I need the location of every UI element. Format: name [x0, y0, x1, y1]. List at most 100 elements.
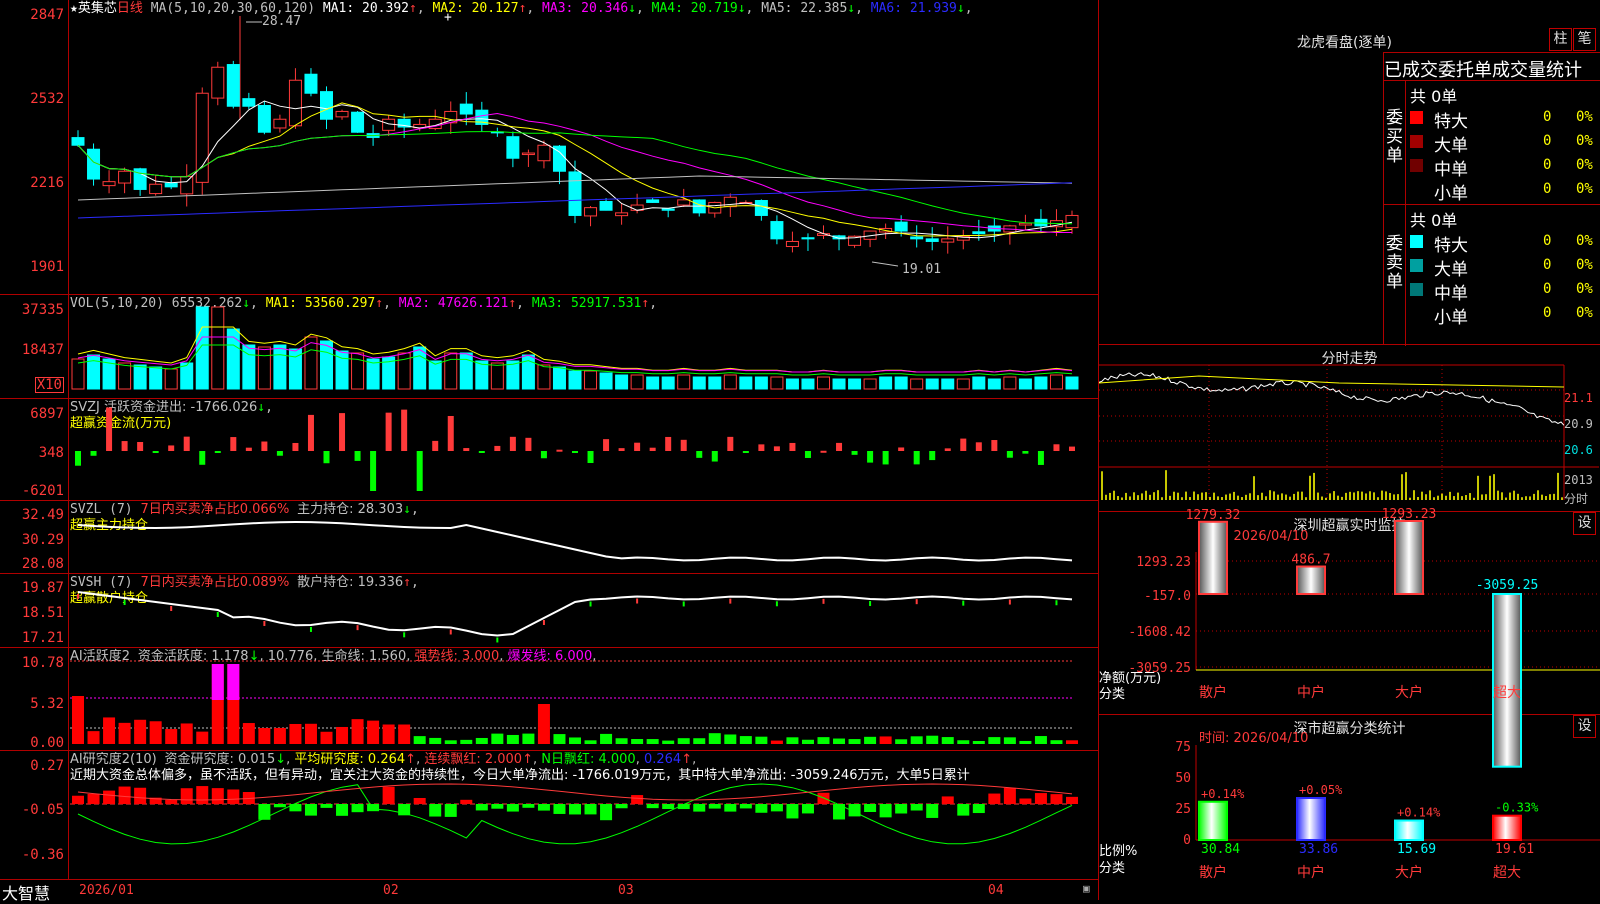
dragon-swatch: [1410, 259, 1423, 272]
classify-axis-label: 25: [1175, 802, 1191, 817]
flow-bar: [540, 451, 547, 459]
research-bar: [444, 804, 457, 817]
classify-chart[interactable]: 75 50 25 0 +0.14% 30.84 散户 +0.05% 33.86 中户 +0.14% 1…: [1099, 715, 1600, 900]
svzl-pane[interactable]: 32.49 30.29 28.08 SVZL (7) 7日内买卖净占比0.066…: [0, 501, 1098, 574]
research-bar: [615, 804, 628, 809]
svzj-pane[interactable]: 6897 348 -6201 SVZJ 活跃资金进出: -1766.026↓, …: [0, 399, 1098, 501]
intraday-vol: [1221, 497, 1223, 500]
volume-bar: [568, 370, 582, 390]
flow-bar: [494, 445, 501, 451]
flow-bar: [106, 407, 113, 451]
intraday-vol: [1225, 494, 1227, 500]
intraday-vol: [1309, 475, 1311, 500]
svsh-pane[interactable]: 19.87 18.51 17.21 SVSH (7) 7日内买卖净占比0.089…: [0, 574, 1098, 648]
pen-button[interactable]: 笔: [1573, 28, 1596, 51]
dragon-row: 大单 0 0%: [1410, 255, 1600, 280]
flow-bar: [587, 451, 594, 464]
ai-research-pane[interactable]: 0.27 -0.05 -0.36 AI研究度2(10) 资金研究度: 0.015…: [0, 751, 1098, 880]
high-mark: 28.47: [262, 14, 302, 29]
research-bar: [988, 793, 1001, 804]
research-bar: [227, 789, 240, 804]
candle: [195, 92, 209, 183]
dragon-swatch: [1410, 135, 1423, 148]
classify-bar-change: +0.05%: [1299, 783, 1343, 797]
flow-bar: [416, 451, 423, 491]
retail-tick: [123, 600, 126, 605]
classify-bar-name: 大户: [1395, 864, 1423, 881]
intraday-vol: [1561, 497, 1563, 500]
candle: [568, 171, 582, 216]
money-flow-chart[interactable]: [0, 399, 1098, 500]
main-position-chart[interactable]: [0, 501, 1098, 573]
ai-active-pane[interactable]: 10.78 5.32 0.00 AI活跃度2 资金活跃度: 1.178↓, 10…: [0, 648, 1098, 751]
research-bar: [413, 797, 426, 804]
activity-bar: [413, 736, 426, 744]
intraday-vol: [1137, 495, 1139, 500]
volume-bar: [149, 366, 163, 390]
candlestick-chart[interactable]: [0, 0, 1098, 294]
flow-bar: [572, 451, 578, 453]
monitor-bar: [1394, 520, 1424, 595]
classify-bar-name: 中户: [1297, 864, 1325, 881]
retail-position-chart[interactable]: [0, 574, 1098, 647]
flow-bar: [183, 436, 190, 451]
research-bar: [103, 790, 116, 804]
intraday-vol: [1173, 491, 1175, 500]
flow-bar: [773, 446, 780, 451]
retail-tick: [356, 625, 359, 631]
dragon-row-pct: 0%: [1576, 233, 1593, 249]
flow-bar: [121, 441, 128, 451]
volume-pane[interactable]: 37335 18437 X10 VOL(5,10,20) 65532.262↓,…: [0, 295, 1098, 399]
intraday-vol: [1241, 497, 1243, 500]
lock-icon[interactable]: ▣: [1083, 882, 1090, 895]
monitor-bar-name: 大户: [1395, 684, 1423, 701]
activity-bar: [134, 719, 147, 744]
retail-tick: [263, 620, 266, 626]
ai-active-chart[interactable]: [0, 648, 1098, 750]
flow-bar: [199, 451, 206, 465]
intraday-vol: [1261, 492, 1263, 500]
flow-bar: [634, 442, 641, 451]
volume-bar: [863, 378, 877, 390]
ai-research-chart[interactable]: [0, 751, 1098, 879]
flow-bar: [1006, 451, 1013, 458]
pillar-button[interactable]: 柱: [1549, 28, 1572, 51]
activity-bar: [957, 740, 970, 744]
research-bar: [196, 786, 209, 804]
dragon-row-count: 0: [1543, 305, 1552, 321]
classify-panel[interactable]: 深市超赢分类统计 设 时间: 2026/04/10 75 50 25 0 +0.14% 3…: [1099, 715, 1600, 900]
volume-bar: [956, 378, 970, 390]
activity-bar: [320, 731, 333, 744]
activity-bar: [770, 740, 783, 744]
dragon-row-pct: 0%: [1576, 157, 1593, 173]
research-bar: [801, 804, 814, 814]
monitor-bar-value: 1279.32: [1186, 508, 1241, 523]
intraday-vol: [1229, 493, 1231, 500]
intraday-chart[interactable]: [1098, 345, 1600, 511]
volume-bar: [972, 376, 986, 390]
intraday-panel[interactable]: 分时走势 21.1 20.9 20.6 2013 分时: [1098, 345, 1600, 512]
activity-bar: [429, 737, 442, 744]
activity-bar: [118, 722, 131, 744]
flow-bar: [882, 451, 889, 465]
intraday-vol: [1337, 495, 1339, 500]
volume-bar: [661, 376, 675, 390]
activity-bar: [165, 729, 178, 744]
retail-tick: [77, 594, 79, 599]
candle: [257, 105, 271, 133]
research-bar: [211, 788, 224, 804]
intraday-vol: [1533, 493, 1535, 500]
monitor-panel[interactable]: 深圳超赢实时监控 设 时间: 2026/04/10 1293.23 -157.0-…: [1099, 507, 1600, 768]
monitor-chart[interactable]: 1293.23 -157.0 -1608.42 -3059.25 1279.32 散户 48…: [1099, 507, 1600, 768]
intraday-vol: [1461, 496, 1463, 500]
intraday-vol: [1325, 497, 1327, 500]
flow-bar: [478, 451, 485, 453]
candle: [304, 73, 318, 94]
intraday-axis-label: 20.9: [1564, 417, 1593, 431]
intraday-price: [1098, 372, 1565, 426]
sell-total: 共 0单: [1410, 211, 1458, 230]
price-pane[interactable]: 2847 2532 2216 1901 ★英集芯日线 MA(5,10,20,30…: [0, 0, 1098, 295]
intraday-vol: [1389, 493, 1391, 500]
volume-bar: [459, 352, 473, 390]
volume-chart[interactable]: [0, 295, 1098, 398]
